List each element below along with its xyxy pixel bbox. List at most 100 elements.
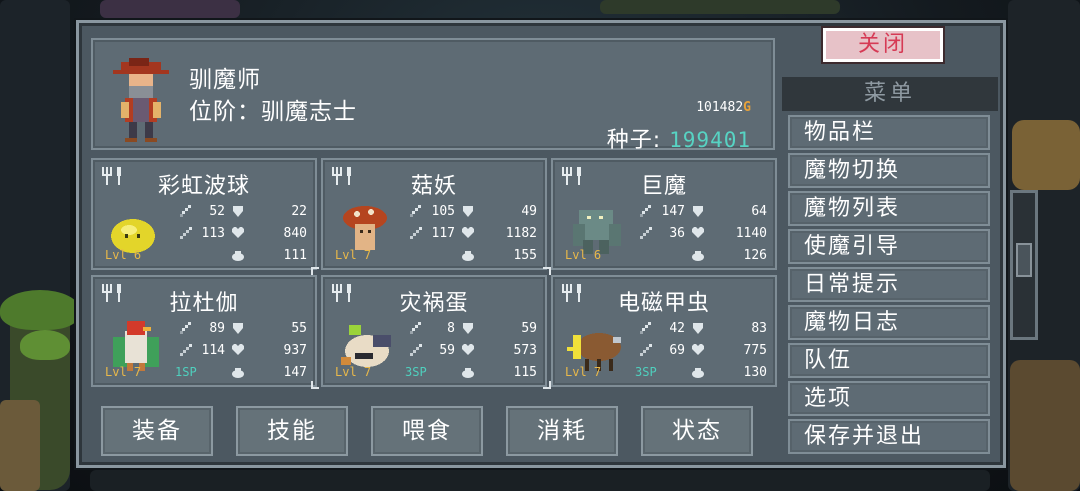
monster-name: 灾祸蛋 [399, 291, 469, 316]
monster-name: 彩虹波球 [157, 174, 250, 199]
monster-stats: 52 22 113 840 111 [173, 202, 311, 268]
attack-value: 52 [209, 204, 225, 219]
monster-card[interactable]: 巨魔 147 64 36 1140 126 Lvl 6 [551, 158, 777, 270]
health-value: 573 [513, 343, 537, 358]
monster-name: 菇妖 [410, 174, 457, 199]
wand-icon [639, 343, 653, 361]
stat-row-attack-defense: 89 55 [173, 319, 311, 341]
magic-value: 69 [669, 343, 685, 358]
skill-points: 3SP [635, 365, 657, 379]
wand-icon [179, 226, 193, 244]
magic-value: 59 [439, 343, 455, 358]
menu-title: 菜单 [782, 77, 998, 111]
wand-icon [409, 343, 423, 361]
shield-icon [231, 321, 245, 339]
defense-value: 64 [751, 204, 767, 219]
selection-corner [311, 267, 319, 275]
monster-level: Lvl 7 [105, 365, 142, 379]
skills-button[interactable]: 技能 [236, 406, 348, 456]
gold-unit: G [743, 100, 751, 115]
stat-row-magic-health: 114 937 [173, 341, 311, 363]
monster-stats: 105 49 117 1182 155 [403, 202, 541, 268]
shield-icon [461, 321, 475, 339]
stat-row-attack-defense: 105 49 [403, 202, 541, 224]
feed-button[interactable]: 喂食 [371, 406, 483, 456]
wand-icon [179, 343, 193, 361]
menu-item-monster-swap[interactable]: 魔物切换 [788, 153, 990, 188]
stat-row-mana: 111 [173, 246, 311, 268]
heart-icon [691, 226, 705, 244]
health-value: 840 [283, 226, 307, 241]
mana-icon [461, 248, 475, 266]
menu-item-familiar-guide[interactable]: 使魔引导 [788, 229, 990, 264]
tamer-name: 驯魔师 [189, 67, 261, 93]
stat-row-attack-defense: 42 83 [633, 319, 771, 341]
menu-item-daily-tips[interactable]: 日常提示 [788, 267, 990, 302]
health-value: 1140 [735, 226, 767, 241]
gold-amount: 101482 [696, 100, 744, 115]
stat-row-attack-defense: 147 64 [633, 202, 771, 224]
magic-value: 113 [201, 226, 225, 241]
attack-value: 89 [209, 321, 225, 336]
monster-level: Lvl 7 [565, 365, 602, 379]
monster-level: Lvl 7 [335, 248, 372, 262]
defense-value: 22 [291, 204, 307, 219]
defense-value: 59 [521, 321, 537, 336]
monster-card[interactable]: 拉杜伽 89 55 114 937 147 Lvl 7 1SP [91, 275, 317, 387]
stat-row-magic-health: 69 775 [633, 341, 771, 363]
mana-value: 126 [743, 248, 767, 263]
monster-card[interactable]: 灾祸蛋 8 59 59 573 115 Lvl 7 3SP [321, 275, 547, 387]
shield-icon [461, 204, 475, 222]
sword-icon [179, 321, 193, 339]
heart-icon [461, 343, 475, 361]
heart-icon [231, 343, 245, 361]
attack-value: 42 [669, 321, 685, 336]
menu-item-monster-list[interactable]: 魔物列表 [788, 191, 990, 226]
selection-corner [311, 381, 319, 389]
defense-value: 55 [291, 321, 307, 336]
menu-item-monster-journal[interactable]: 魔物日志 [788, 305, 990, 340]
monster-card[interactable]: 电磁甲虫 42 83 69 775 130 Lvl 7 3SP [551, 275, 777, 387]
scrollbar[interactable] [1010, 190, 1038, 340]
monster-name: 拉杜伽 [169, 291, 239, 316]
selection-corner [543, 381, 551, 389]
skill-points: 3SP [405, 365, 427, 379]
heart-icon [231, 226, 245, 244]
menu-item-options[interactable]: 选项 [788, 381, 990, 416]
magic-value: 117 [431, 226, 455, 241]
health-value: 1182 [505, 226, 537, 241]
menu-item-party[interactable]: 队伍 [788, 343, 990, 378]
stat-row-magic-health: 36 1140 [633, 224, 771, 246]
scrollbar-thumb[interactable] [1016, 243, 1032, 277]
stat-row-mana: 126 [633, 246, 771, 268]
menu-item-save-and-quit[interactable]: 保存并退出 [788, 419, 990, 454]
mana-icon [461, 365, 475, 383]
stat-row-magic-health: 113 840 [173, 224, 311, 246]
shield-icon [691, 204, 705, 222]
equip-button[interactable]: 装备 [101, 406, 213, 456]
status-button[interactable]: 状态 [641, 406, 753, 456]
close-button[interactable]: 关闭 [823, 28, 943, 62]
menu-item-inventory[interactable]: 物品栏 [788, 115, 990, 150]
mana-value: 147 [283, 365, 307, 380]
mana-value: 115 [513, 365, 537, 380]
mana-value: 155 [513, 248, 537, 263]
stat-row-attack-defense: 8 59 [403, 319, 541, 341]
stat-row-magic-health: 117 1182 [403, 224, 541, 246]
attack-value: 105 [431, 204, 455, 219]
monster-level: Lvl 7 [335, 365, 372, 379]
consume-button[interactable]: 消耗 [506, 406, 618, 456]
stat-row-attack-defense: 52 22 [173, 202, 311, 224]
monster-stats: 147 64 36 1140 126 [633, 202, 771, 268]
attack-value: 147 [661, 204, 685, 219]
heart-icon [691, 343, 705, 361]
stat-row-magic-health: 59 573 [403, 341, 541, 363]
wand-icon [409, 226, 423, 244]
magic-value: 36 [669, 226, 685, 241]
monster-card[interactable]: 彩虹波球 52 22 113 840 111 Lvl 6 [91, 158, 317, 270]
sword-icon [179, 204, 193, 222]
monster-card[interactable]: 菇妖 105 49 117 1182 155 Lvl 7 [321, 158, 547, 270]
selection-corner [543, 267, 551, 275]
sword-icon [409, 204, 423, 222]
health-value: 937 [283, 343, 307, 358]
